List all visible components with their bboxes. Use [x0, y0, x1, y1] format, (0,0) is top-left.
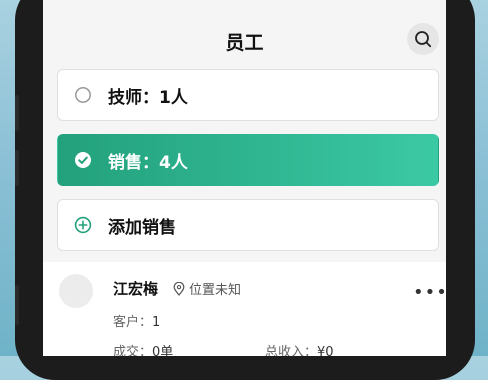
total-income-label: 总收入：	[265, 345, 318, 356]
staff-location: 位置未知	[173, 279, 241, 298]
phone-side-button	[15, 285, 19, 325]
deal-count: 成交：0单	[113, 341, 173, 356]
page-title: 员工	[225, 32, 264, 54]
total-income-value: ¥0	[317, 345, 334, 356]
group-technician[interactable]: 技师：1人	[57, 69, 439, 121]
search-icon	[415, 31, 432, 48]
group-technician-label: 技师：1人	[108, 87, 188, 108]
more-options-icon[interactable]: •••	[413, 282, 446, 303]
check-circle-icon	[75, 152, 91, 168]
group-sales-label: 销售：4人	[108, 152, 188, 173]
customer-count-label: 客户：	[113, 315, 153, 330]
customer-count-value: 1	[152, 315, 161, 330]
phone-side-button	[15, 95, 19, 131]
header: 员工	[43, 0, 446, 70]
staff-list-item[interactable]: 江宏梅 位置未知 ••• 客户：1 成交：0单 总收入：¥0	[43, 262, 446, 356]
deal-count-label: 成交：	[113, 345, 153, 356]
app-screen: 员工 技师：1人 销售：4人 添加销售 江宏梅 位置未知 ••• 客户：1 成交…	[43, 0, 446, 356]
deal-count-value: 0单	[152, 345, 174, 356]
avatar	[59, 274, 93, 308]
add-sales-button[interactable]: 添加销售	[57, 199, 439, 251]
add-sales-label: 添加销售	[108, 217, 176, 238]
customer-count: 客户：1	[113, 311, 160, 330]
staff-location-text: 位置未知	[189, 283, 242, 298]
phone-side-button	[15, 150, 19, 186]
plus-circle-icon	[74, 216, 92, 234]
search-button[interactable]	[407, 23, 439, 55]
group-sales[interactable]: 销售：4人	[57, 134, 439, 186]
radio-empty-icon	[75, 87, 91, 103]
location-pin-icon	[173, 281, 185, 296]
staff-name: 江宏梅	[113, 280, 159, 298]
total-income: 总收入：¥0	[265, 341, 334, 356]
